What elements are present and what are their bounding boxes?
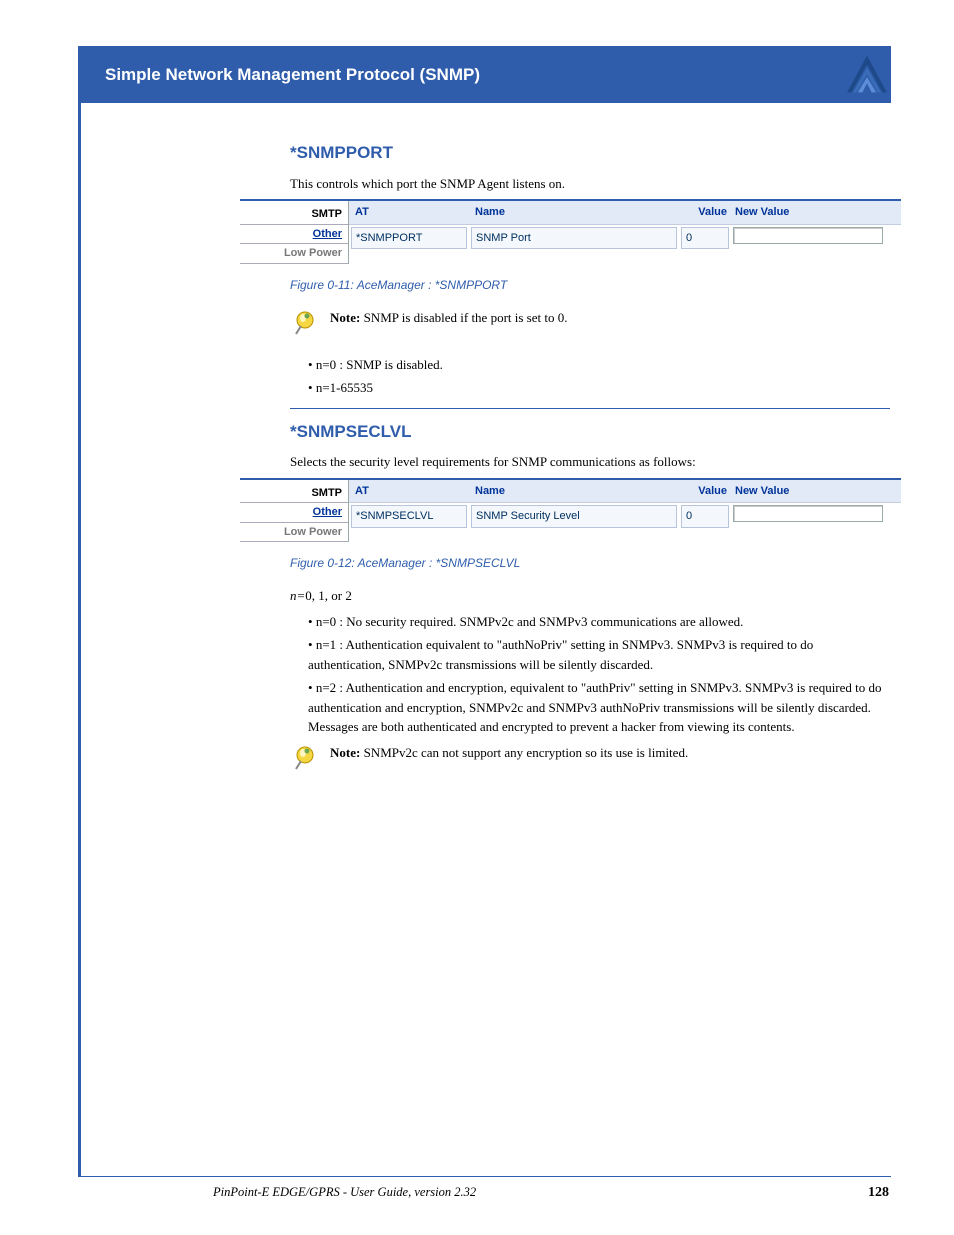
grid-header-row-2: AT Name Value New Value — [349, 480, 901, 503]
snmpseclvl-description: Selects the security level requirements … — [290, 452, 890, 472]
grid-header-row: AT Name Value New Value — [349, 201, 901, 224]
cell-at: *SNMPPORT — [351, 227, 467, 250]
page-left-rule — [78, 46, 81, 1176]
page-header: Simple Network Management Protocol (SNMP… — [78, 46, 891, 103]
tab-low-power-2[interactable]: Low Power — [240, 523, 348, 543]
page-title: Simple Network Management Protocol (SNMP… — [105, 65, 480, 85]
nval-line: n=0, 1, or 2 — [290, 586, 890, 606]
note-block-2: Note: SNMPv2c can not support any encryp… — [290, 743, 890, 780]
seclvl-bullet-0: n=0 : No security required. SNMPv2c and … — [308, 612, 890, 632]
tab-smtp-2[interactable]: SMTP — [240, 484, 348, 504]
seclvl-bullet-2: n=2 : Authentication and encryption, equ… — [308, 678, 890, 737]
nval-rest: 0, 1, or 2 — [305, 588, 352, 603]
note-text-2: Note: SNMPv2c can not support any encryp… — [330, 743, 890, 763]
tab-other[interactable]: Other — [240, 225, 348, 245]
tab-other-2[interactable]: Other — [240, 503, 348, 523]
note-body-2: SNMPv2c can not support any encryption s… — [364, 745, 689, 760]
section-divider — [290, 408, 890, 409]
seclvl-bullet-1: n=1 : Authentication equivalent to "auth… — [308, 635, 890, 674]
cell-name: SNMP Port — [471, 227, 677, 250]
note-block: Note: SNMP is disabled if the port is se… — [290, 308, 890, 345]
grid-data-row-2: *SNMPSECLVL SNMP Security Level 0 — [349, 502, 901, 530]
brand-logo — [844, 54, 890, 94]
figure-snmpport: SMTP Other Low Power AT Name Value New V… — [240, 199, 901, 264]
cell-value: 0 — [681, 227, 729, 250]
note-label-2: Note: — [330, 745, 364, 760]
tabs-column-2: SMTP Other Low Power — [240, 480, 348, 543]
pushpin-icon — [290, 308, 320, 345]
col-header-name: Name — [469, 201, 679, 224]
section-heading-snmpport: *SNMPPORT — [290, 140, 890, 166]
logo-icon — [844, 54, 890, 94]
col-header-newvalue: New Value — [729, 201, 879, 224]
newvalue-input[interactable] — [733, 227, 883, 244]
footer-page-number: 128 — [868, 1185, 891, 1201]
figure-caption-snmpseclvl: Figure 0-12: AceManager : *SNMPSECLVL — [290, 554, 890, 572]
col-header-value: Value — [679, 201, 729, 224]
note-label: Note: — [330, 310, 364, 325]
col-header-value-2: Value — [679, 480, 729, 503]
config-grid: AT Name Value New Value *SNMPPORT SNMP P… — [348, 201, 901, 264]
tabs-column: SMTP Other Low Power — [240, 201, 348, 264]
tab-low-power[interactable]: Low Power — [240, 244, 348, 264]
snmpport-description: This controls which port the SNMP Agent … — [290, 174, 890, 194]
grid-data-row: *SNMPPORT SNMP Port 0 — [349, 224, 901, 252]
note-text: Note: SNMP is disabled if the port is se… — [330, 308, 890, 328]
col-header-name-2: Name — [469, 480, 679, 503]
section-heading-snmpseclvl: *SNMPSECLVL — [290, 419, 890, 445]
col-header-newvalue-2: New Value — [729, 480, 879, 503]
col-header-at-2: AT — [349, 480, 469, 503]
col-header-at: AT — [349, 201, 469, 224]
pushpin-icon-2 — [290, 743, 320, 780]
snmpport-bullet-1: n=1-65535 — [308, 378, 890, 398]
cell-at-2: *SNMPSECLVL — [351, 505, 467, 528]
footer-doc-title: PinPoint-E EDGE/GPRS - User Guide, versi… — [78, 1185, 476, 1201]
figure-snmpseclvl: SMTP Other Low Power AT Name Value New V… — [240, 478, 901, 543]
page-footer: PinPoint-E EDGE/GPRS - User Guide, versi… — [78, 1176, 891, 1201]
tab-smtp[interactable]: SMTP — [240, 205, 348, 225]
config-grid-2: AT Name Value New Value *SNMPSECLVL SNMP… — [348, 480, 901, 543]
cell-value-2: 0 — [681, 505, 729, 528]
note-body: SNMP is disabled if the port is set to 0… — [364, 310, 568, 325]
cell-name-2: SNMP Security Level — [471, 505, 677, 528]
figure-caption-snmpport: Figure 0-11: AceManager : *SNMPPORT — [290, 276, 890, 294]
newvalue-input-2[interactable] — [733, 505, 883, 522]
page-content: *SNMPPORT This controls which port the S… — [290, 140, 890, 790]
snmpport-bullet-0: n=0 : SNMP is disabled. — [308, 355, 890, 375]
nval-italic: n= — [290, 588, 305, 603]
